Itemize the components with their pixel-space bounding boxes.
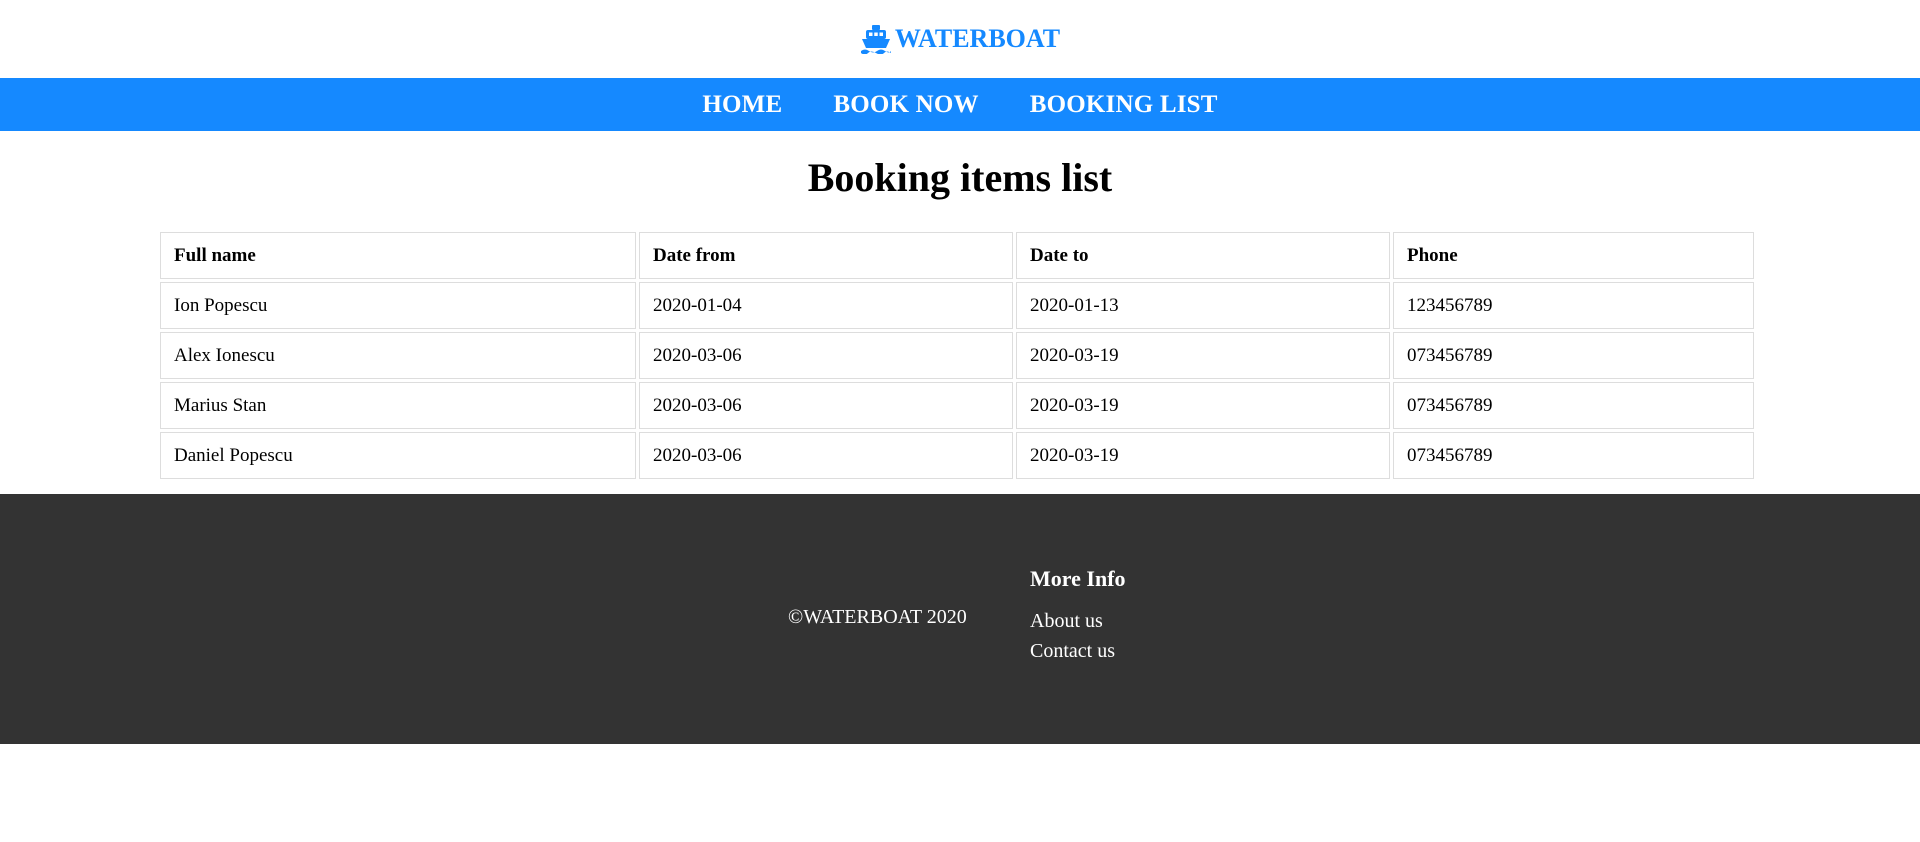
- cell-full-name: Marius Stan: [160, 382, 636, 429]
- site-header: WATERBOAT: [0, 0, 1920, 78]
- contact-us-link[interactable]: Contact us: [1030, 636, 1126, 666]
- cell-full-name: Ion Popescu: [160, 282, 636, 329]
- table-row: Marius Stan 2020-03-06 2020-03-19 073456…: [160, 382, 1754, 429]
- cell-phone: 073456789: [1393, 432, 1754, 479]
- column-header-full-name: Full name: [160, 232, 636, 279]
- about-us-link[interactable]: About us: [1030, 606, 1126, 636]
- page-title: Booking items list: [807, 155, 1113, 200]
- main-content: Booking items list Full name Date from D…: [0, 131, 1920, 482]
- cell-phone: 123456789: [1393, 282, 1754, 329]
- copyright-text: ©WATERBOAT 2020: [788, 606, 967, 628]
- nav-book-now[interactable]: BOOK NOW: [833, 91, 978, 119]
- table-row: Ion Popescu 2020-01-04 2020-01-13 123456…: [160, 282, 1754, 329]
- cell-date-to: 2020-03-19: [1016, 382, 1390, 429]
- cell-phone: 073456789: [1393, 382, 1754, 429]
- booking-table-container: Full name Date from Date to Phone Ion Po…: [160, 229, 1760, 482]
- cell-date-from: 2020-03-06: [639, 432, 1013, 479]
- more-info-section: More Info About us Contact us: [1030, 566, 1126, 666]
- ship-icon: [860, 24, 892, 54]
- column-header-phone: Phone: [1393, 232, 1754, 279]
- cell-date-to: 2020-03-19: [1016, 432, 1390, 479]
- table-row: Daniel Popescu 2020-03-06 2020-03-19 073…: [160, 432, 1754, 479]
- table-row: Alex Ionescu 2020-03-06 2020-03-19 07345…: [160, 332, 1754, 379]
- column-header-date-from: Date from: [639, 232, 1013, 279]
- site-footer: ©WATERBOAT 2020 More Info About us Conta…: [0, 494, 1920, 744]
- cell-full-name: Alex Ionescu: [160, 332, 636, 379]
- cell-date-from: 2020-03-06: [639, 332, 1013, 379]
- cell-date-from: 2020-03-06: [639, 382, 1013, 429]
- cell-date-to: 2020-03-19: [1016, 332, 1390, 379]
- cell-date-to: 2020-01-13: [1016, 282, 1390, 329]
- nav-booking-list[interactable]: BOOKING LIST: [1030, 91, 1218, 119]
- cell-date-from: 2020-01-04: [639, 282, 1013, 329]
- main-nav: HOME BOOK NOW BOOKING LIST: [0, 78, 1920, 131]
- nav-home[interactable]: HOME: [702, 91, 782, 119]
- booking-table: Full name Date from Date to Phone Ion Po…: [157, 229, 1757, 482]
- brand-name: WATERBOAT: [894, 24, 1061, 53]
- brand-logo-link[interactable]: WATERBOAT: [860, 24, 1060, 54]
- more-info-heading: More Info: [1030, 566, 1126, 591]
- table-header-row: Full name Date from Date to Phone: [160, 232, 1754, 279]
- cell-full-name: Daniel Popescu: [160, 432, 636, 479]
- cell-phone: 073456789: [1393, 332, 1754, 379]
- column-header-date-to: Date to: [1016, 232, 1390, 279]
